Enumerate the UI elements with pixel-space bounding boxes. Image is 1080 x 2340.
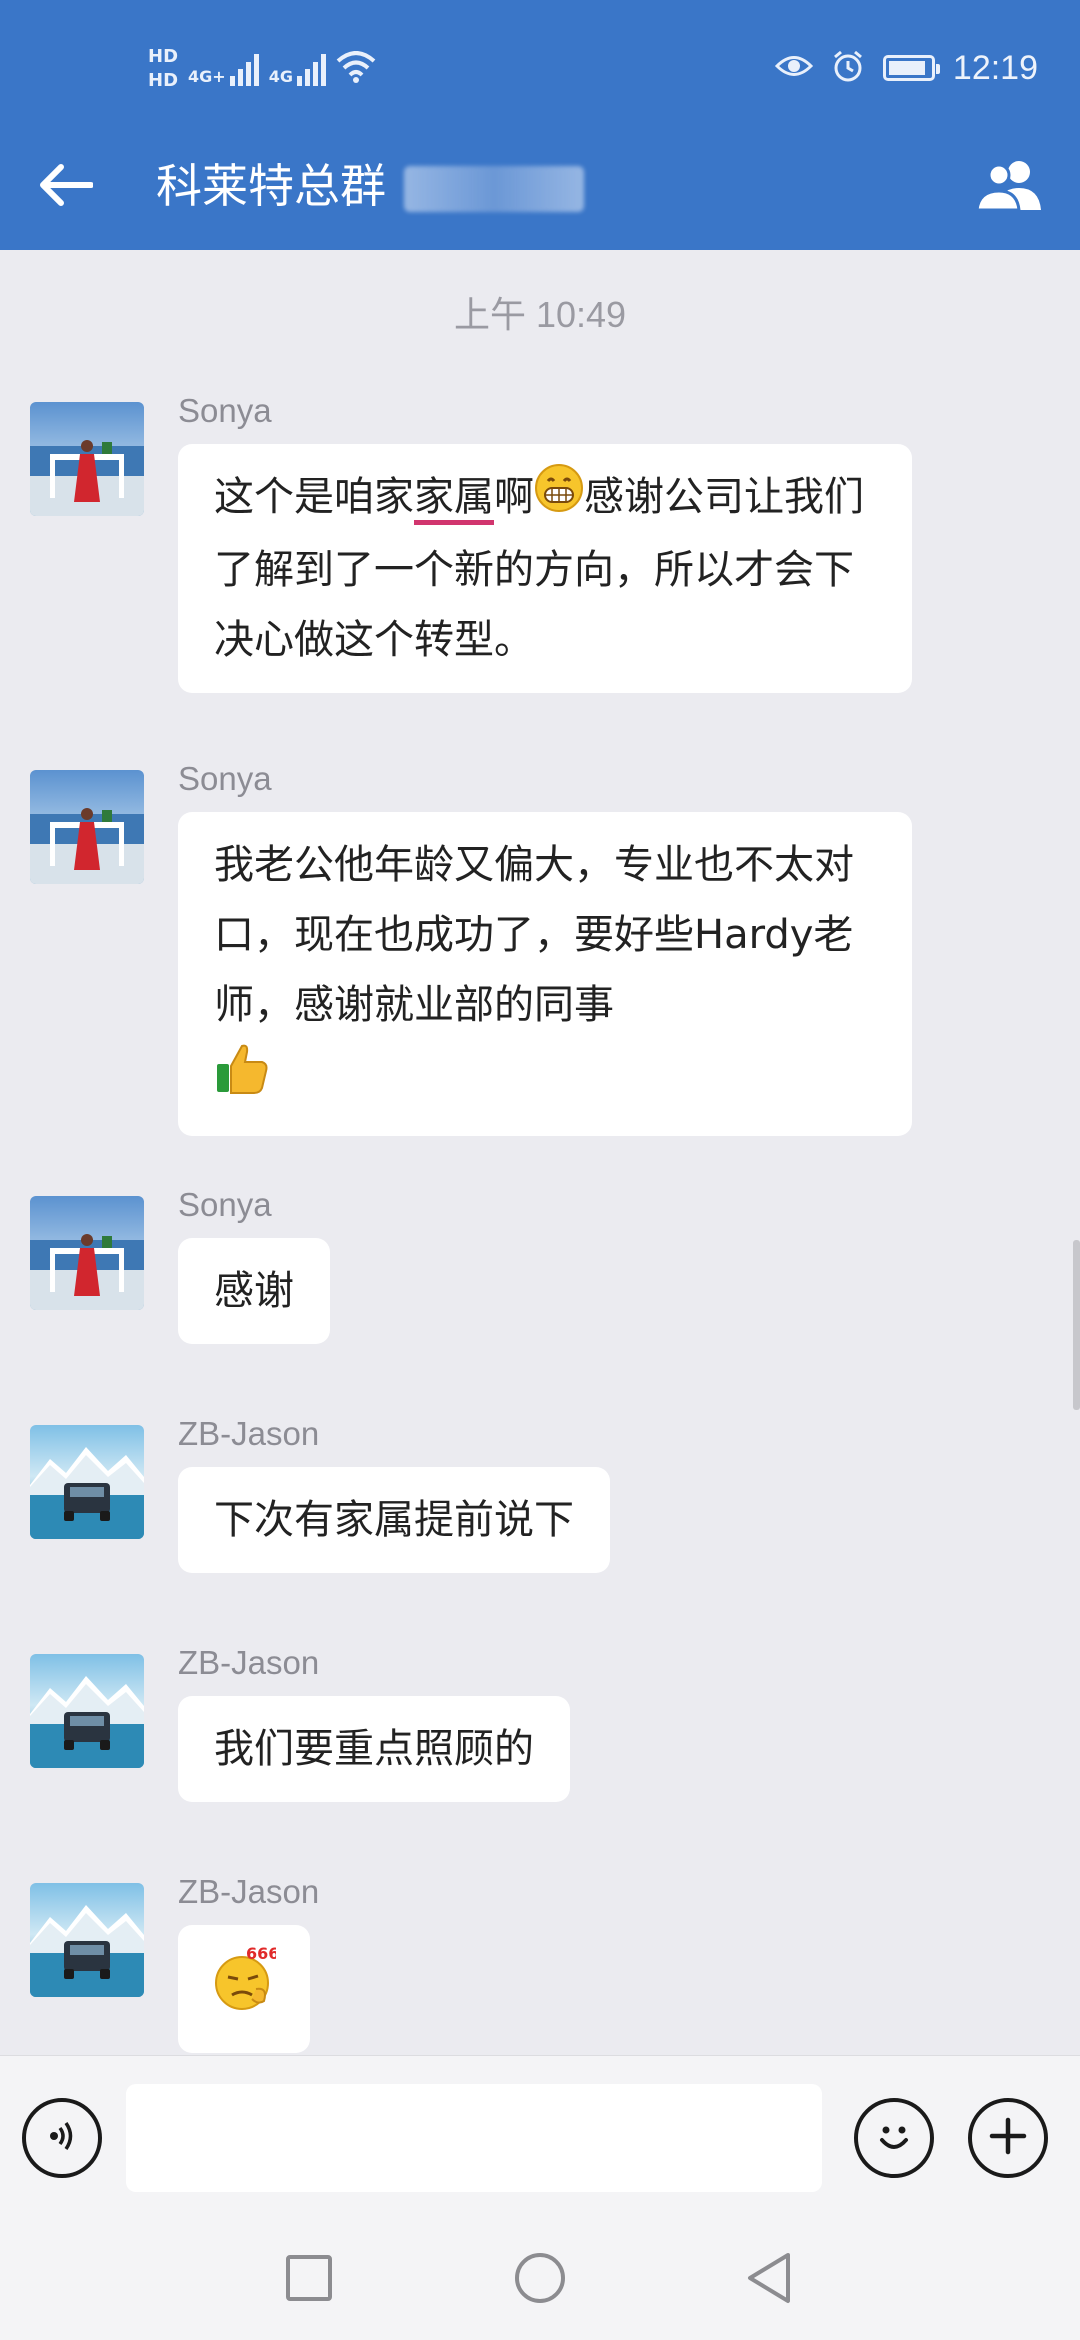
status-left: HD HD 4G+ 4G [148,34,376,104]
message-bubble[interactable]: 感谢 [178,1238,330,1344]
hd-2-label: HD [148,70,179,91]
signal-1: 4G+ [188,52,259,86]
redacted-title-suffix [404,166,584,212]
message-bubble[interactable]: 下次有家属提前说下 [178,1467,610,1573]
underlined-text: 家属 [414,474,494,520]
plus-icon [986,2114,1030,2162]
wifi-icon [336,51,376,87]
eye-comfort-icon [774,53,814,83]
voice-input-button[interactable] [22,2098,102,2178]
smiley-icon [870,2112,918,2164]
sender-name: ZB-Jason [178,1873,320,1910]
square-icon [284,2253,334,2307]
message-text: 我们要重点照顾的 [214,1726,534,1772]
thumbs-up-emoji-icon [214,1040,270,1118]
sender-name: ZB-Jason [178,1644,320,1681]
message-bubble[interactable]: 这个是咱家家属啊 感谢公司让我们了解到了一个新的方向，所以才会下决心做这个转型。 [178,444,912,693]
avatar[interactable] [30,770,144,884]
status-right: 12:19 [774,40,1038,96]
sender-name: Sonya [178,1186,272,1223]
circle-icon [513,2251,567,2309]
arrow-left-icon [37,163,94,211]
message-text-part: 啊 [494,474,534,520]
signal-2: 4G [269,52,326,86]
title-bar: 科莱特总群 [0,130,1080,240]
top-bar: HD HD 4G+ 4G 12:19 科莱特总群 [0,0,1080,250]
avatar[interactable] [30,402,144,516]
triangle-back-icon [744,2251,794,2309]
input-bar [0,2055,1080,2216]
sender-name: ZB-Jason [178,1415,320,1452]
chat-area[interactable]: 上午 10:49 Sonya 这个是咱家家属啊 感谢公司让我们了解到了一个新的方… [0,250,1080,2055]
recents-button[interactable] [274,2245,344,2315]
more-actions-button[interactable] [968,2098,1048,2178]
voice-input-icon [42,2116,82,2160]
status-time: 12:19 [952,48,1038,87]
message-input[interactable] [126,2084,822,2192]
home-button[interactable] [505,2245,575,2315]
status-bar: HD HD 4G+ 4G 12:19 [0,0,1080,130]
chat-timestamp: 上午 10:49 [453,294,627,335]
alarm-icon [831,49,865,87]
chat-title: 科莱特总群 [156,159,386,213]
net-2-label: 4G [268,67,293,86]
message-bubble[interactable]: 我老公他年龄又偏大，专业也不太对口，现在也成功了，要好些Hardy老师，感谢就业… [178,812,912,1136]
message-bubble[interactable]: 我们要重点照顾的 [178,1696,570,1802]
avatar[interactable] [30,1654,144,1768]
signal-bars-icon [229,52,259,86]
net-1-label: 4G+ [188,67,226,86]
battery-icon [882,55,940,81]
group-members-icon [973,158,1047,216]
emoji-666-label: 666 [246,1944,276,1963]
scrollbar-thumb[interactable] [1073,1240,1080,1410]
sender-name: Sonya [178,392,272,429]
signal-bars-icon [296,52,326,86]
message-text-part: 这个是咱家 [214,474,414,520]
message-text: 感谢 [214,1268,294,1314]
avatar[interactable] [30,1196,144,1310]
hd-indicators: HD HD [148,47,178,91]
group-members-button[interactable] [970,152,1050,222]
nav-back-button[interactable] [734,2245,804,2315]
system-navigation-bar [0,2215,1080,2340]
back-button[interactable] [30,152,100,222]
message-text: 我老公他年龄又偏大，专业也不太对口，现在也成功了，要好些Hardy老师，感谢就业… [214,842,854,1028]
emoji-button[interactable] [854,2098,934,2178]
grinning-teeth-emoji-icon [534,463,584,535]
message-text: 下次有家属提前说下 [214,1497,574,1543]
sender-name: Sonya [178,760,272,797]
666-emoji-icon: 666 [212,1943,279,2035]
hd-1-label: HD [148,46,179,67]
avatar[interactable] [30,1425,144,1539]
message-bubble[interactable]: 666 [178,1925,310,2053]
avatar[interactable] [30,1883,144,1997]
